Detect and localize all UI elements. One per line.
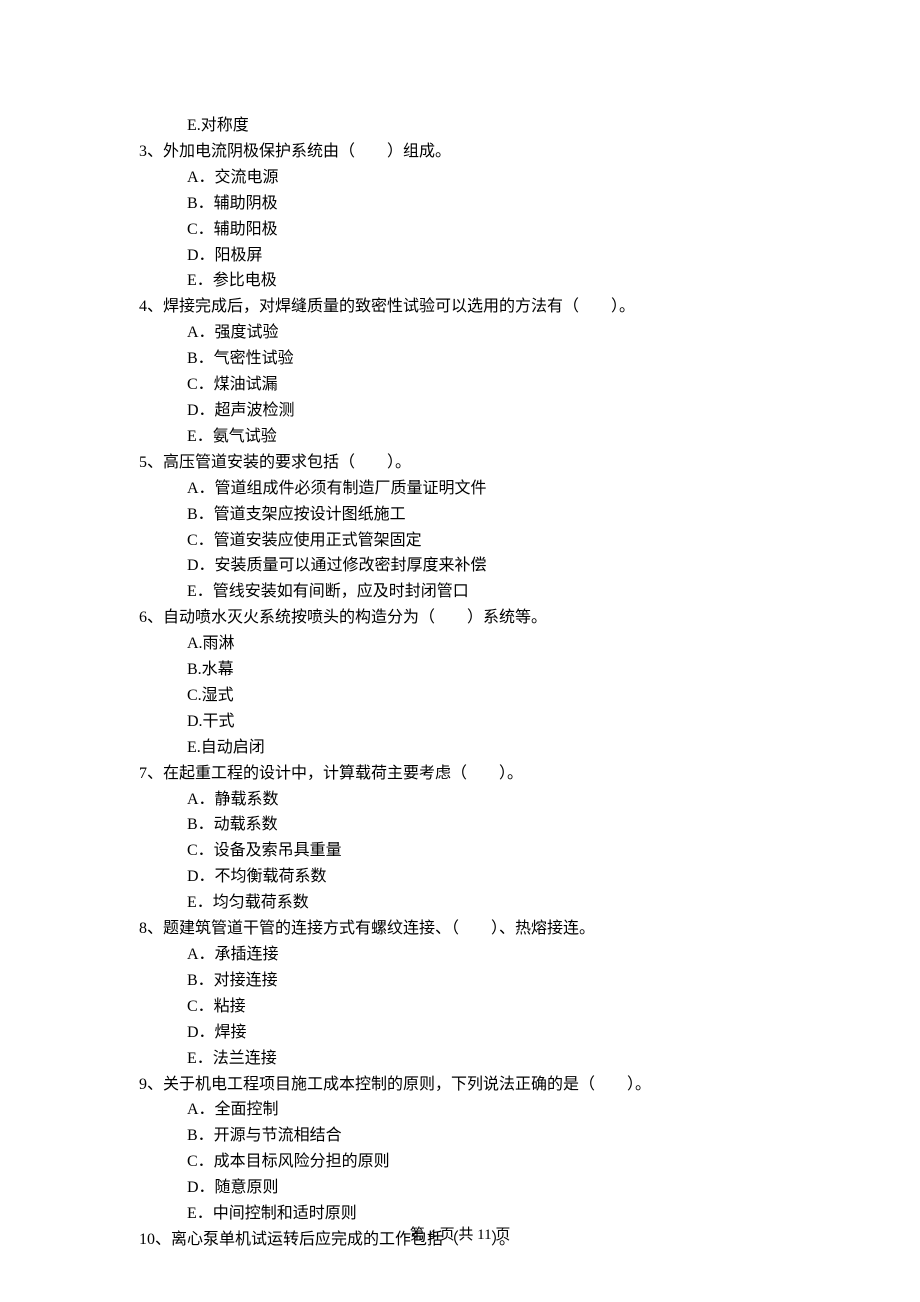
question-stem: 7、在起重工程的设计中，计算载荷主要考虑（ ）。 <box>139 761 800 787</box>
option: A．管道组成件必须有制造厂质量证明文件 <box>187 476 800 502</box>
question-number: 6、 <box>139 609 163 626</box>
option: A.雨淋 <box>187 631 800 657</box>
question-text: 高压管道安装的要求包括（ ）。 <box>163 454 411 471</box>
option: B．动载系数 <box>187 812 800 838</box>
option: D．阳极屏 <box>187 243 800 269</box>
option: E．氨气试验 <box>187 424 800 450</box>
question-stem: 9、关于机电工程项目施工成本控制的原则，下列说法正确的是（ ）。 <box>139 1072 800 1098</box>
question-stem: 8、题建筑管道干管的连接方式有螺纹连接、（ ）、热熔接连。 <box>139 916 800 942</box>
option: D.干式 <box>187 709 800 735</box>
option: D．安装质量可以通过修改密封厚度来补偿 <box>187 553 800 579</box>
question-text: 题建筑管道干管的连接方式有螺纹连接、（ ）、热熔接连。 <box>163 920 595 937</box>
question-text: 自动喷水灭火系统按喷头的构造分为（ ）系统等。 <box>163 609 547 626</box>
option: C．成本目标风险分担的原则 <box>187 1149 800 1175</box>
option: C．设备及索吊具重量 <box>187 838 800 864</box>
option: E．法兰连接 <box>187 1046 800 1072</box>
option: C．管道安装应使用正式管架固定 <box>187 528 800 554</box>
option: E．均匀载荷系数 <box>187 890 800 916</box>
option: B．辅助阴极 <box>187 191 800 217</box>
option: B．对接连接 <box>187 968 800 994</box>
option: A．承插连接 <box>187 942 800 968</box>
question-number: 8、 <box>139 920 163 937</box>
question-number: 5、 <box>139 454 163 471</box>
option: A．强度试验 <box>187 320 800 346</box>
option: A．静载系数 <box>187 787 800 813</box>
question-text: 在起重工程的设计中，计算载荷主要考虑（ ）。 <box>163 765 523 782</box>
option: A．全面控制 <box>187 1097 800 1123</box>
option: A．交流电源 <box>187 165 800 191</box>
question-number: 7、 <box>139 765 163 782</box>
question-stem: 6、自动喷水灭火系统按喷头的构造分为（ ）系统等。 <box>139 605 800 631</box>
question-number: 4、 <box>139 298 163 315</box>
option: E.自动启闭 <box>187 735 800 761</box>
option: E．参比电极 <box>187 268 800 294</box>
option: B．管道支架应按设计图纸施工 <box>187 502 800 528</box>
option: D．随意原则 <box>187 1175 800 1201</box>
option: C．煤油试漏 <box>187 372 800 398</box>
trailing-option: E.对称度 <box>187 113 800 139</box>
question-number: 9、 <box>139 1076 163 1093</box>
question-text: 关于机电工程项目施工成本控制的原则，下列说法正确的是（ ）。 <box>163 1076 651 1093</box>
option: C.湿式 <box>187 683 800 709</box>
option: C．辅助阳极 <box>187 217 800 243</box>
option: D．超声波检测 <box>187 398 800 424</box>
option: B．气密性试验 <box>187 346 800 372</box>
question-number: 3、 <box>139 143 163 160</box>
option: E．管线安装如有间断，应及时封闭管口 <box>187 579 800 605</box>
option: B.水幕 <box>187 657 800 683</box>
exam-page: E.对称度 3、外加电流阴极保护系统由（ ）组成。A．交流电源B．辅助阴极C．辅… <box>0 0 920 1302</box>
question-stem: 5、高压管道安装的要求包括（ ）。 <box>139 450 800 476</box>
option: C．粘接 <box>187 994 800 1020</box>
question-text: 焊接完成后，对焊缝质量的致密性试验可以选用的方法有（ ）。 <box>163 298 635 315</box>
question-stem: 4、焊接完成后，对焊缝质量的致密性试验可以选用的方法有（ ）。 <box>139 294 800 320</box>
question-text: 外加电流阴极保护系统由（ ）组成。 <box>163 143 451 160</box>
option: D．焊接 <box>187 1020 800 1046</box>
option: D．不均衡载荷系数 <box>187 864 800 890</box>
questions-container: 3、外加电流阴极保护系统由（ ）组成。A．交流电源B．辅助阴极C．辅助阳极D．阳… <box>139 139 800 1253</box>
option: B．开源与节流相结合 <box>187 1123 800 1149</box>
page-footer: 第 4 页 共 11 页 <box>0 1223 920 1247</box>
question-stem: 3、外加电流阴极保护系统由（ ）组成。 <box>139 139 800 165</box>
